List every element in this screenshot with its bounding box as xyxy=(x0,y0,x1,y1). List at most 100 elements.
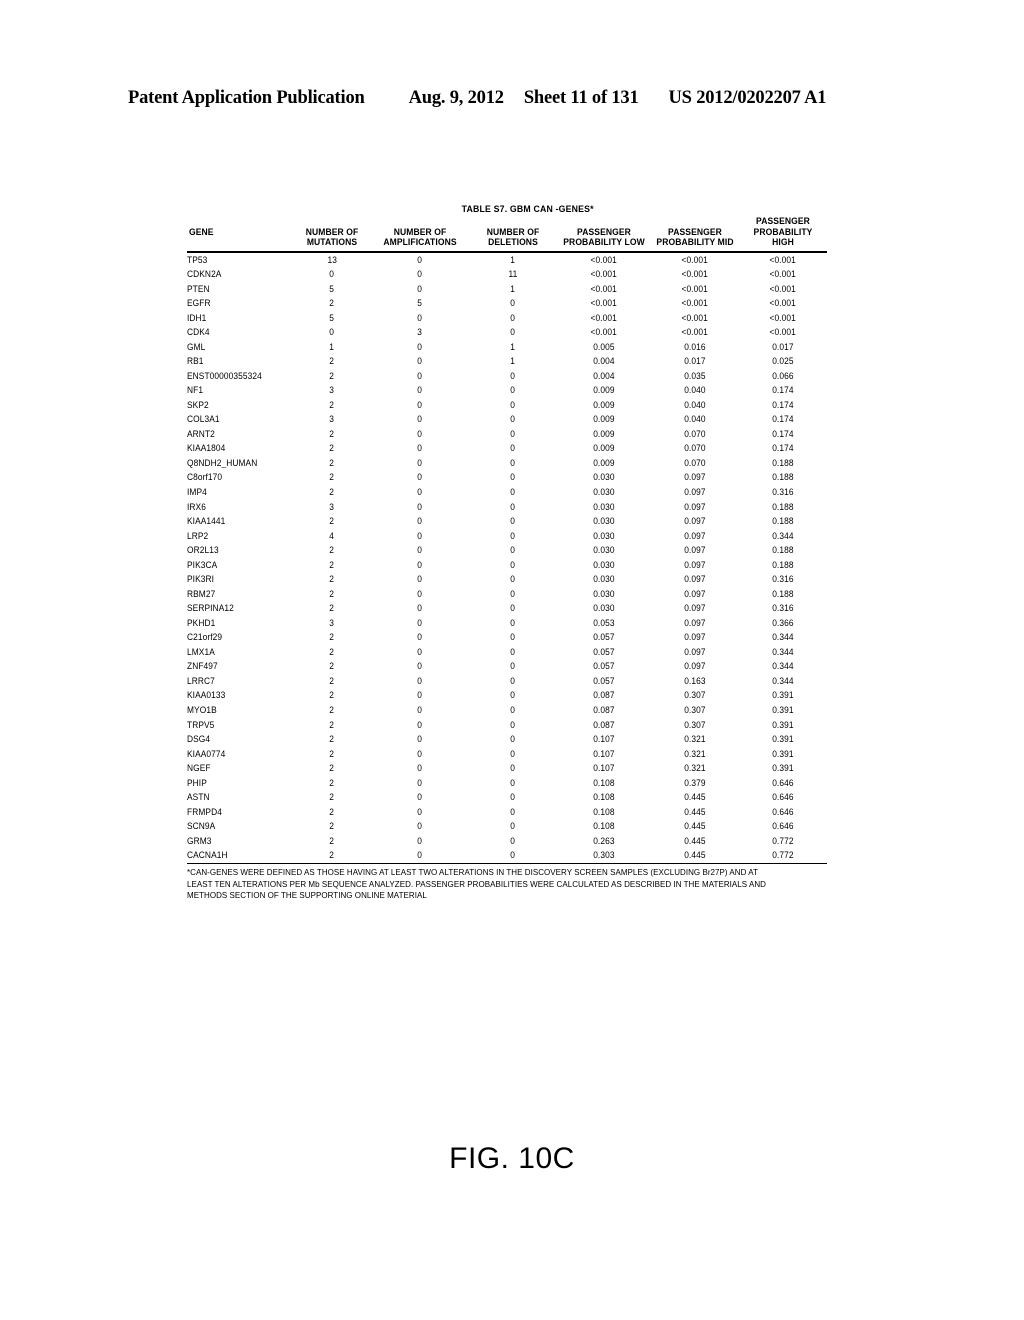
cell-deletions: 0 xyxy=(469,442,557,457)
cell-passenger-prob-high-text: 0.391 xyxy=(772,734,794,745)
cell-passenger-prob-low-text: 0.030 xyxy=(593,574,615,585)
cell-passenger-prob-mid: 0.017 xyxy=(651,355,739,370)
cell-deletions-text: 0 xyxy=(510,792,516,803)
cell-gene-text: KIAA1441 xyxy=(187,516,226,527)
footnote-line-3: METHODS SECTION OF THE SUPPORTING ONLINE… xyxy=(187,889,427,900)
table-row: IRX6 3 0 0 0.030 0.097 0.188 xyxy=(187,500,827,515)
table-header: GENE NUMBER OF MUTATIONS NUMBER OF AMPLI… xyxy=(187,216,827,253)
cell-deletions-text: 1 xyxy=(510,254,516,265)
cell-passenger-prob-mid-text: <0.001 xyxy=(681,312,709,323)
cell-deletions-text: 0 xyxy=(510,850,516,861)
cell-passenger-prob-high-text: 0.188 xyxy=(772,559,794,570)
cell-gene: PIK3RI xyxy=(187,573,293,588)
cell-passenger-prob-low: <0.001 xyxy=(557,326,651,341)
cell-mutations: 2 xyxy=(293,703,371,718)
cell-gene: KIAA1441 xyxy=(187,514,293,529)
cell-amplifications: 0 xyxy=(371,791,469,806)
cell-gene: TP53 xyxy=(187,252,293,268)
cell-passenger-prob-low: <0.001 xyxy=(557,267,651,282)
table-row: ASTN 2 0 0 0.108 0.445 0.646 xyxy=(187,791,827,806)
cell-gene: PKHD1 xyxy=(187,616,293,631)
table-row: COL3A1 3 0 0 0.009 0.040 0.174 xyxy=(187,413,827,428)
cell-gene: C21orf29 xyxy=(187,631,293,646)
cell-deletions: 0 xyxy=(469,456,557,471)
cell-passenger-prob-low: 0.030 xyxy=(557,544,651,559)
cell-mutations: 3 xyxy=(293,384,371,399)
cell-gene: C8orf170 xyxy=(187,471,293,486)
cell-gene-text: FRMPD4 xyxy=(187,806,222,817)
cell-passenger-prob-mid: 0.321 xyxy=(651,747,739,762)
cell-passenger-prob-mid-text: 0.321 xyxy=(684,734,706,745)
cell-gene-text: NF1 xyxy=(187,385,204,396)
column-header-amplifications: NUMBER OF AMPLIFICATIONS xyxy=(371,217,469,253)
sheet-number: Sheet 11 of 131 xyxy=(523,88,639,108)
cell-amplifications: 0 xyxy=(371,718,469,733)
cell-gene-text: SERPINA12 xyxy=(187,603,234,614)
cell-mutations: 3 xyxy=(293,500,371,515)
table-row: PHIP 2 0 0 0.108 0.379 0.646 xyxy=(187,776,827,791)
cell-passenger-prob-mid-text: <0.001 xyxy=(681,254,709,265)
cell-gene-text: GML xyxy=(187,341,206,352)
cell-deletions-text: 0 xyxy=(510,646,516,657)
cell-passenger-prob-high: 0.188 xyxy=(739,558,827,573)
cell-amplifications: 0 xyxy=(371,631,469,646)
cell-passenger-prob-low: 0.057 xyxy=(557,631,651,646)
cell-gene-text: DSG4 xyxy=(187,734,211,745)
cell-mutations-text: 2 xyxy=(329,719,335,730)
cell-deletions-text: 1 xyxy=(510,283,516,294)
cell-passenger-prob-mid-text: 0.017 xyxy=(684,356,706,367)
table-row: MYO1B 2 0 0 0.087 0.307 0.391 xyxy=(187,703,827,718)
cell-passenger-prob-high: 0.017 xyxy=(739,340,827,355)
cell-passenger-prob-low-text: 0.030 xyxy=(593,559,615,570)
table-body: TP53 13 0 1 <0.001 <0.001 <0.001 CDKN2A 0 0 11 <0.0… xyxy=(187,252,827,865)
cell-passenger-prob-low: 0.108 xyxy=(557,820,651,835)
table-row: EGFR 2 5 0 <0.001 <0.001 <0.001 xyxy=(187,296,827,311)
cell-gene-text: IMP4 xyxy=(187,487,207,498)
cell-passenger-prob-mid: 0.097 xyxy=(651,631,739,646)
cell-deletions: 0 xyxy=(469,369,557,384)
cell-passenger-prob-mid: 0.307 xyxy=(651,703,739,718)
cell-passenger-prob-low: 0.263 xyxy=(557,834,651,849)
cell-gene-text: MYO1B xyxy=(187,704,217,715)
cell-passenger-prob-low: 0.009 xyxy=(557,427,651,442)
cell-amplifications: 0 xyxy=(371,776,469,791)
cell-deletions-text: 0 xyxy=(510,603,516,614)
cell-deletions-text: 11 xyxy=(508,269,518,280)
cell-passenger-prob-low-text: 0.009 xyxy=(593,428,615,439)
cell-passenger-prob-mid-text: 0.097 xyxy=(684,574,706,585)
cell-amplifications: 0 xyxy=(371,544,469,559)
cell-deletions-text: 0 xyxy=(510,530,516,541)
cell-passenger-prob-mid-text: 0.097 xyxy=(684,516,706,527)
cell-deletions-text: 0 xyxy=(510,443,516,454)
cell-amplifications: 0 xyxy=(371,732,469,747)
cell-gene-text: OR2L13 xyxy=(187,545,219,556)
cell-gene-text: LRRC7 xyxy=(187,675,215,686)
column-header-passenger-prob-mid: PASSENGER PROBABILITY MID xyxy=(651,217,739,253)
document-number: US 2012/0202207 A1 xyxy=(668,88,827,108)
cell-amplifications: 0 xyxy=(371,500,469,515)
cell-gene-text: KIAA1804 xyxy=(187,443,226,454)
cell-mutations-text: 2 xyxy=(329,443,335,454)
cell-amplifications-text: 0 xyxy=(417,399,423,410)
cell-amplifications: 0 xyxy=(371,805,469,820)
cell-passenger-prob-mid-text: 0.445 xyxy=(684,806,706,817)
cell-deletions-text: 0 xyxy=(510,487,516,498)
table-row: DSG4 2 0 0 0.107 0.321 0.391 xyxy=(187,732,827,747)
cell-passenger-prob-high: 0.174 xyxy=(739,384,827,399)
cell-gene: ASTN xyxy=(187,791,293,806)
cell-passenger-prob-mid-text: 0.040 xyxy=(684,399,706,410)
cell-amplifications-text: 0 xyxy=(417,792,423,803)
cell-passenger-prob-low-text: 0.108 xyxy=(593,777,615,788)
cell-mutations: 2 xyxy=(293,660,371,675)
cell-gene: PHIP xyxy=(187,776,293,791)
cell-passenger-prob-mid-text: 0.445 xyxy=(684,850,706,861)
cell-gene: COL3A1 xyxy=(187,413,293,428)
cell-mutations-text: 2 xyxy=(329,704,335,715)
cell-passenger-prob-mid-text: 0.040 xyxy=(684,385,706,396)
table-row: PIK3CA 2 0 0 0.030 0.097 0.188 xyxy=(187,558,827,573)
cell-mutations-text: 3 xyxy=(329,617,335,628)
cell-deletions-text: 0 xyxy=(510,428,516,439)
cell-passenger-prob-high: 0.025 xyxy=(739,355,827,370)
cell-passenger-prob-low: 0.303 xyxy=(557,848,651,865)
cell-passenger-prob-high: 0.344 xyxy=(739,631,827,646)
